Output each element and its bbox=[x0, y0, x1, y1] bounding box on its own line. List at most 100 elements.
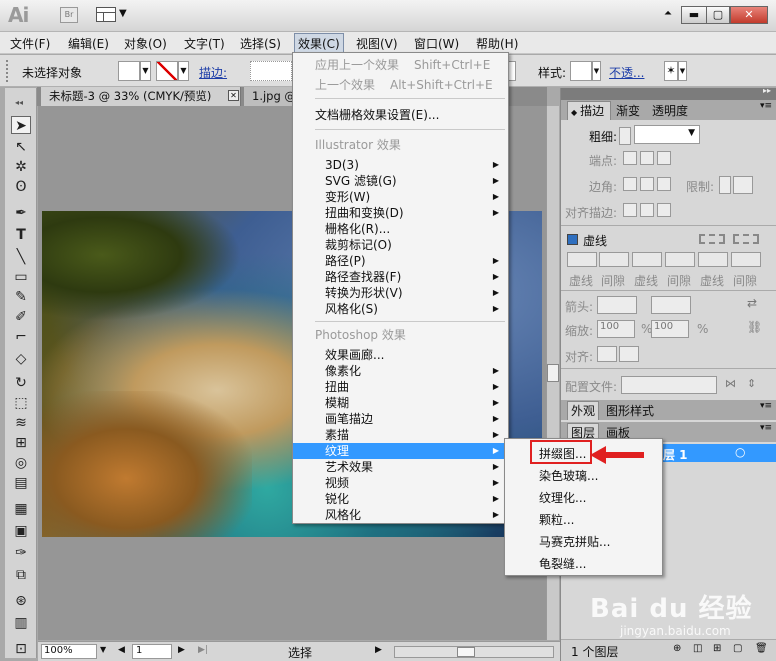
menu-object[interactable]: 对象(O) bbox=[124, 35, 167, 52]
new-sublayer-icon[interactable]: ⊞ bbox=[713, 643, 721, 654]
menu-item-craquelure[interactable]: 龟裂缝... bbox=[539, 555, 586, 572]
limit-stepper[interactable] bbox=[719, 176, 731, 194]
menu-item-pathfinder[interactable]: 路径查找器(F) ▶ bbox=[293, 269, 508, 285]
square-cap-icon[interactable] bbox=[657, 151, 671, 165]
limit-field[interactable] bbox=[733, 176, 753, 194]
gradient-icon[interactable]: ▣ bbox=[11, 522, 31, 540]
gap-field-1[interactable] bbox=[599, 252, 629, 267]
menu-item-distort-transform[interactable]: 扭曲和变换(D) ▶ bbox=[293, 205, 508, 221]
align-outside-icon[interactable] bbox=[657, 203, 671, 217]
lasso-icon[interactable]: ʘ bbox=[11, 178, 31, 196]
dashed-checkbox[interactable] bbox=[567, 234, 578, 245]
menu-item-blur[interactable]: 模糊 ▶ bbox=[293, 395, 508, 411]
tab-transparency[interactable]: 透明度 bbox=[649, 102, 691, 119]
tab-graphic-styles[interactable]: 图形样式 bbox=[603, 402, 657, 419]
align-inside-icon[interactable] bbox=[640, 203, 654, 217]
horizontal-scrollbar[interactable] bbox=[394, 646, 554, 658]
link-icon[interactable]: ⛓ bbox=[747, 320, 762, 334]
graph-icon[interactable]: ▤ bbox=[11, 474, 31, 492]
menu-item-mosaic-tiles[interactable]: 马赛克拼贴... bbox=[539, 533, 610, 550]
dash-corners-icon[interactable] bbox=[733, 234, 759, 244]
tab-gradient[interactable]: 渐变 bbox=[613, 102, 643, 119]
zoom-field[interactable]: 100% bbox=[41, 644, 97, 659]
menu-item-rasterize[interactable]: 栅格化(R)... bbox=[293, 221, 508, 237]
panel-menu-icon[interactable]: ▾≡ bbox=[757, 401, 775, 411]
paintbrush-icon[interactable]: ✎ bbox=[11, 288, 31, 306]
menu-item-convert-shape[interactable]: 转换为形状(V) ▶ bbox=[293, 285, 508, 301]
dash-field-1[interactable] bbox=[567, 252, 597, 267]
chevron-down-icon[interactable]: ▼ bbox=[100, 645, 106, 654]
profile-dropdown[interactable] bbox=[621, 376, 717, 394]
free-transform-icon[interactable]: ⊞ bbox=[11, 434, 31, 452]
menu-item-artistic[interactable]: 艺术效果 ▶ bbox=[293, 459, 508, 475]
last-page-icon[interactable]: ▶| bbox=[198, 645, 208, 655]
end-arrow-dropdown[interactable] bbox=[651, 296, 691, 314]
artboard-icon[interactable]: ⊡ bbox=[11, 640, 31, 658]
rotate-icon[interactable]: ↻ bbox=[11, 374, 31, 392]
align-center-icon[interactable] bbox=[623, 203, 637, 217]
menu-item-last-effect[interactable]: 上一个效果 Alt+Shift+Ctrl+E bbox=[293, 77, 508, 93]
menu-item-video[interactable]: 视频 ▶ bbox=[293, 475, 508, 491]
first-page-icon[interactable]: ◀ bbox=[118, 645, 125, 655]
bridge-button[interactable]: Br bbox=[60, 7, 78, 23]
target-icon[interactable]: ○ bbox=[735, 445, 745, 459]
rectangle-icon[interactable]: ▭ bbox=[11, 268, 31, 286]
clip-icon[interactable]: ◫ bbox=[693, 643, 702, 654]
tab-appearance[interactable]: 外观 bbox=[567, 401, 600, 420]
warp-icon[interactable]: ≋ bbox=[11, 414, 31, 432]
style-swatch[interactable] bbox=[570, 61, 592, 81]
menu-item-3d[interactable]: 3D(3) ▶ bbox=[293, 157, 508, 173]
next-page-icon[interactable]: ▶ bbox=[178, 645, 185, 655]
dash-field-3[interactable] bbox=[698, 252, 728, 267]
column-graph-icon[interactable]: ▥ bbox=[11, 614, 31, 632]
stroke-weight-field[interactable] bbox=[250, 61, 292, 81]
menu-item-svg-filters[interactable]: SVG 滤镜(G) ▶ bbox=[293, 173, 508, 189]
panel-menu-icon[interactable]: ▾≡ bbox=[757, 101, 775, 111]
flip-vertical-icon[interactable]: ⇕ bbox=[747, 377, 756, 390]
menu-select[interactable]: 选择(S) bbox=[240, 35, 281, 52]
control-field[interactable] bbox=[508, 61, 516, 81]
menu-item-distort[interactable]: 扭曲 ▶ bbox=[293, 379, 508, 395]
menu-item-stylize-ill[interactable]: 风格化(S) ▶ bbox=[293, 301, 508, 317]
menu-help[interactable]: 帮助(H) bbox=[476, 35, 518, 52]
selection-tool-icon[interactable]: ➤ bbox=[11, 116, 31, 134]
arrange-icon[interactable]: ⏶ bbox=[664, 8, 672, 19]
mesh-icon[interactable]: ▦ bbox=[11, 500, 31, 518]
menu-item-crop-marks[interactable]: 裁剪标记(O) bbox=[293, 237, 508, 253]
blob-brush-icon[interactable]: ⌐ bbox=[11, 328, 31, 346]
menu-window[interactable]: 窗口(W) bbox=[414, 35, 459, 52]
panel-menu-icon[interactable]: ▾≡ bbox=[757, 423, 775, 433]
menu-file[interactable]: 文件(F) bbox=[10, 35, 50, 52]
round-cap-icon[interactable] bbox=[640, 151, 654, 165]
menu-item-stylize-ps[interactable]: 风格化 ▶ bbox=[293, 507, 508, 523]
menu-item-sharpen[interactable]: 锐化 ▶ bbox=[293, 491, 508, 507]
workspace-icon[interactable] bbox=[96, 7, 116, 22]
menu-item-grain[interactable]: 颗粒... bbox=[539, 511, 574, 528]
minimize-button[interactable]: ▬ bbox=[681, 6, 707, 24]
gap-field-3[interactable] bbox=[731, 252, 761, 267]
menu-item-texture[interactable]: 纹理 ▶ bbox=[293, 443, 508, 459]
close-icon[interactable]: ✕ bbox=[228, 90, 239, 101]
menu-item-brush-strokes[interactable]: 画笔描边 ▶ bbox=[293, 411, 508, 427]
pen-icon[interactable]: ✒ bbox=[11, 204, 31, 222]
tab-document-jpg[interactable]: 1.jpg @ bbox=[244, 87, 294, 106]
arrow-align-2-icon[interactable] bbox=[619, 346, 639, 362]
page-field[interactable]: 1 bbox=[132, 644, 172, 659]
locate-icon[interactable]: ⊕ bbox=[673, 643, 681, 654]
flip-horizontal-icon[interactable]: ⋈ bbox=[725, 377, 736, 390]
menu-item-texturizer[interactable]: 纹理化... bbox=[539, 489, 586, 506]
gap-field-2[interactable] bbox=[665, 252, 695, 267]
menu-item-effect-gallery[interactable]: 效果画廊... bbox=[293, 347, 508, 363]
line-icon[interactable]: ╲ bbox=[11, 248, 31, 266]
weight-field[interactable]: ▼ bbox=[634, 125, 700, 144]
direct-selection-icon[interactable]: ↖ bbox=[11, 138, 31, 156]
collapse-icon[interactable]: ▸▸ bbox=[763, 86, 771, 95]
type-icon[interactable]: T bbox=[11, 226, 31, 244]
swap-arrows-icon[interactable]: ⇄ bbox=[747, 296, 757, 310]
menu-view[interactable]: 视图(V) bbox=[356, 35, 398, 52]
menu-item-sketch[interactable]: 素描 ▶ bbox=[293, 427, 508, 443]
magic-wand-icon[interactable]: ✲ bbox=[11, 158, 31, 176]
dash-field-2[interactable] bbox=[632, 252, 662, 267]
tab-document-untitled[interactable]: 未标题-3 @ 33% (CMYK/预览) bbox=[41, 87, 241, 106]
menu-item-path[interactable]: 路径(P) ▶ bbox=[293, 253, 508, 269]
